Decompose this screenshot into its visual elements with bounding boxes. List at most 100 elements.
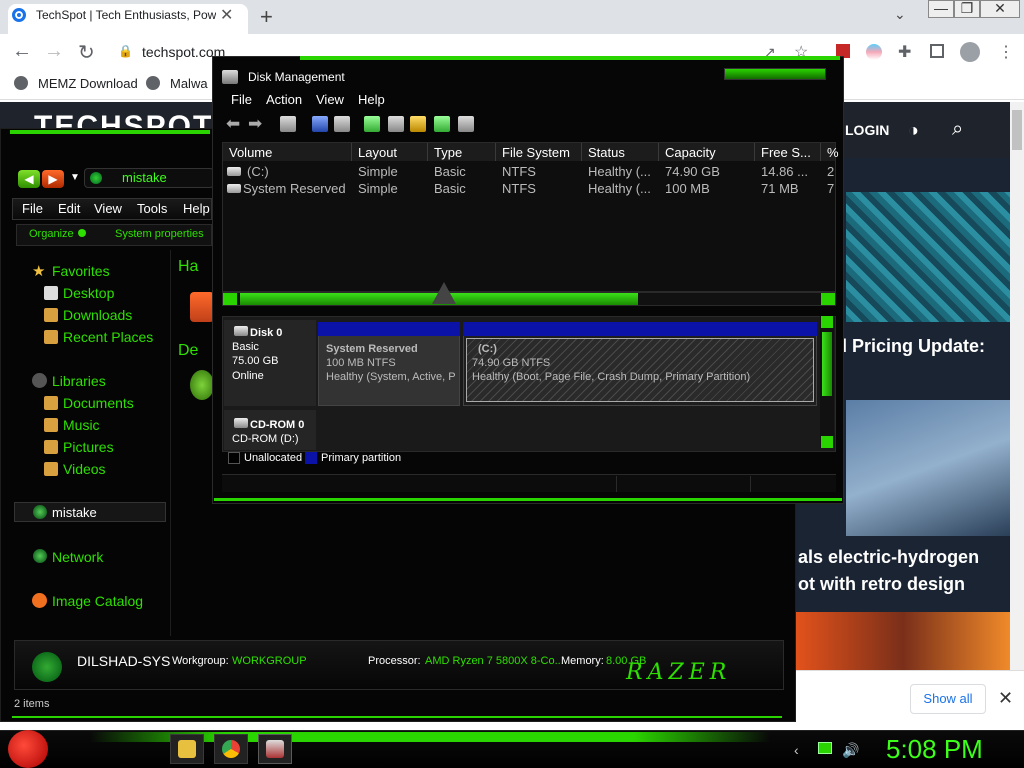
system-properties-button[interactable]: System properties <box>115 228 204 240</box>
menu-file[interactable]: File <box>22 201 43 216</box>
table-cell[interactable]: 14.86 ... <box>761 164 808 179</box>
scroll-left-button[interactable] <box>223 293 237 305</box>
check-icon[interactable] <box>388 116 404 132</box>
table-cell[interactable]: 7 <box>827 181 835 196</box>
nav-libraries[interactable]: Libraries <box>52 373 106 389</box>
nav-desktop[interactable]: Desktop <box>63 285 114 301</box>
table-cell[interactable]: NTFS <box>502 164 536 179</box>
nav-downloads[interactable]: Downloads <box>63 307 132 323</box>
dm-menu-help[interactable]: Help <box>358 92 385 107</box>
nav-homegroup[interactable]: mistake <box>52 505 97 520</box>
volume-icon[interactable]: 🔊 <box>842 742 859 759</box>
back-icon[interactable]: ← <box>12 40 32 63</box>
table-cell[interactable]: 74.90 GB <box>665 164 720 179</box>
restore-icon[interactable]: ❐ <box>954 0 980 18</box>
scroll-up-button[interactable] <box>821 316 833 328</box>
page-scroll-thumb[interactable] <box>1012 110 1022 150</box>
vscroll-thumb[interactable] <box>822 332 832 396</box>
nav-pictures[interactable]: Pictures <box>63 439 114 455</box>
menu-edit[interactable]: Edit <box>58 201 80 216</box>
explorer-address-text[interactable]: mistake <box>122 170 167 185</box>
table-cell[interactable]: 100 MB <box>665 181 710 196</box>
close-icon[interactable]: ✕ <box>980 0 1020 18</box>
table-cell[interactable]: Healthy (... <box>588 181 651 196</box>
dm-forward-icon[interactable]: ➡ <box>248 114 262 134</box>
pane-divider[interactable] <box>170 250 171 636</box>
scroll-down-button[interactable] <box>821 436 833 448</box>
dm-menu-view[interactable]: View <box>316 92 344 107</box>
explorer-back-button[interactable]: ◀ <box>18 170 40 188</box>
table-cell[interactable]: Basic <box>434 164 466 179</box>
group-header-devices[interactable]: De <box>178 342 198 360</box>
tab-search-icon[interactable]: ⌄ <box>894 6 906 23</box>
dm-window-controls[interactable] <box>724 68 826 80</box>
nav-recent-places[interactable]: Recent Places <box>63 329 153 345</box>
puzzle-icon[interactable]: ✚ <box>898 42 911 62</box>
reload-icon[interactable]: ↻ <box>78 40 95 65</box>
download-bar-close-icon[interactable]: ✕ <box>998 688 1013 709</box>
search-icon[interactable] <box>434 116 450 132</box>
nav-network[interactable]: Network <box>52 549 103 565</box>
menu-kebab-icon[interactable]: ⋮ <box>998 42 1014 62</box>
article-headline[interactable]: d Pricing Update: <box>836 336 1012 357</box>
theme-toggle-icon[interactable]: ◑ <box>908 120 919 141</box>
table-cell[interactable]: (C:) <box>247 164 269 179</box>
menu-help[interactable]: Help <box>183 201 210 216</box>
angry-bird-drive-icon[interactable] <box>190 370 214 400</box>
article-headline[interactable]: ot with retro design <box>798 574 965 595</box>
open-folder-icon[interactable] <box>410 116 426 132</box>
show-hide-console-icon[interactable] <box>280 116 296 132</box>
extension-flag-icon[interactable] <box>866 44 882 60</box>
nav-favorites[interactable]: Favorites <box>52 263 110 279</box>
col-percent-free[interactable]: % <box>827 145 839 160</box>
dm-back-icon[interactable]: ⬅ <box>226 114 240 134</box>
tray-monitor-icon[interactable] <box>818 742 832 754</box>
show-all-button[interactable]: Show all <box>910 684 986 714</box>
col-file-system[interactable]: File System <box>502 145 570 160</box>
column-separator[interactable] <box>495 143 496 161</box>
recent-pages-chevron-icon[interactable]: ▼ <box>70 172 80 183</box>
article-image[interactable] <box>846 192 1010 322</box>
column-separator[interactable] <box>427 143 428 161</box>
dm-menu-file[interactable]: File <box>231 92 252 107</box>
organize-button[interactable]: Organize <box>29 228 74 240</box>
col-status[interactable]: Status <box>588 145 625 160</box>
properties-sheet-icon[interactable] <box>458 116 474 132</box>
column-separator[interactable] <box>754 143 755 161</box>
organize-dropdown-icon[interactable] <box>78 229 86 237</box>
col-free-space[interactable]: Free S... <box>761 145 811 160</box>
nav-documents[interactable]: Documents <box>63 395 134 411</box>
tab-close-icon[interactable]: ✕ <box>220 5 233 25</box>
table-cell[interactable]: Healthy (... <box>588 164 651 179</box>
table-cell[interactable]: Basic <box>434 181 466 196</box>
col-layout[interactable]: Layout <box>358 145 397 160</box>
table-cell[interactable]: 71 MB <box>761 181 799 196</box>
group-header-hard-drives[interactable]: Ha <box>178 258 198 276</box>
column-separator[interactable] <box>658 143 659 161</box>
col-volume[interactable]: Volume <box>229 145 272 160</box>
col-capacity[interactable]: Capacity <box>665 145 716 160</box>
connect-icon[interactable] <box>364 116 380 132</box>
article-headline[interactable]: als electric-hydrogen <box>798 547 979 568</box>
forward-icon[interactable]: → <box>44 40 64 63</box>
menu-tools[interactable]: Tools <box>137 201 167 216</box>
help-icon[interactable] <box>312 116 328 132</box>
column-separator[interactable] <box>581 143 582 161</box>
login-link[interactable]: LOGIN <box>845 122 889 138</box>
nav-image-catalog[interactable]: Image Catalog <box>52 593 143 609</box>
scroll-right-button[interactable] <box>821 293 835 305</box>
new-tab-icon[interactable]: + <box>260 4 273 30</box>
nav-music[interactable]: Music <box>63 417 100 433</box>
table-cell[interactable]: Simple <box>358 181 398 196</box>
column-separator[interactable] <box>820 143 821 161</box>
drive-icon[interactable] <box>190 292 214 322</box>
bookmark-malware[interactable]: Malwa <box>170 76 208 91</box>
dm-menu-action[interactable]: Action <box>266 92 302 107</box>
article-image[interactable] <box>796 612 1010 670</box>
menu-view[interactable]: View <box>94 201 122 216</box>
properties-icon[interactable] <box>334 116 350 132</box>
sidepanel-icon[interactable] <box>930 44 944 58</box>
tray-expand-icon[interactable]: ‹ <box>794 742 799 758</box>
site-search-icon[interactable]: ⌕ <box>952 118 963 141</box>
nav-videos[interactable]: Videos <box>63 461 106 477</box>
